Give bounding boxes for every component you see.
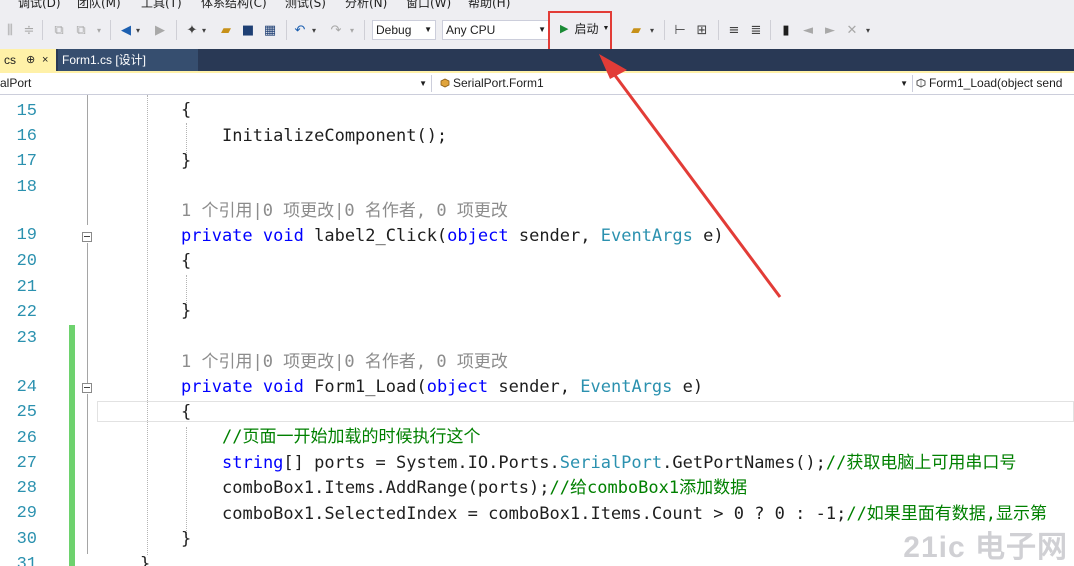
annotation-arrow xyxy=(599,54,782,298)
